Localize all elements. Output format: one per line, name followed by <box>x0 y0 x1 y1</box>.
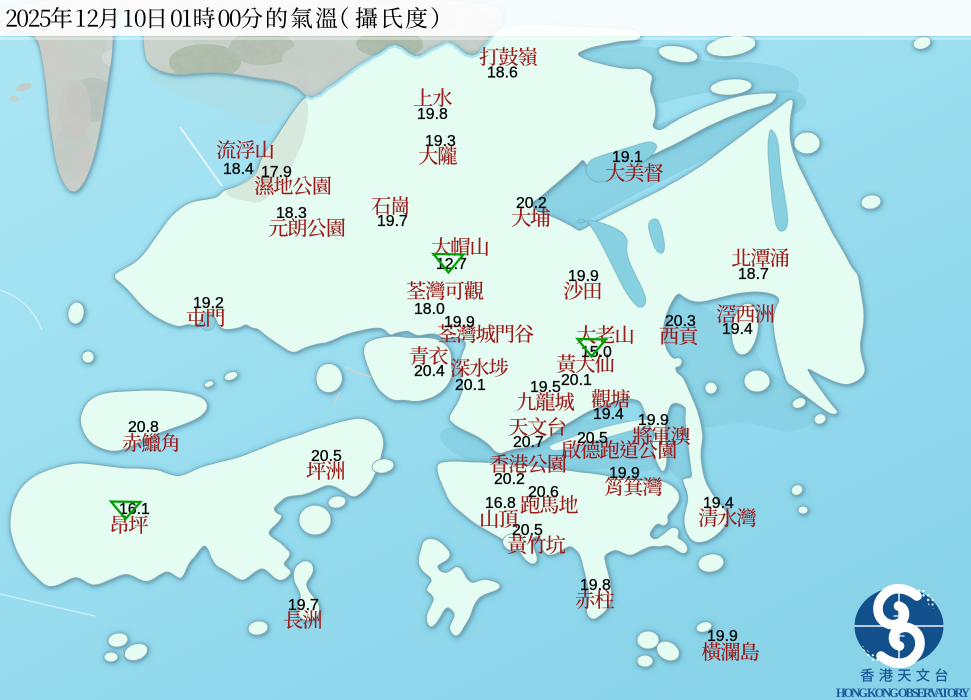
svg-text:20.8: 20.8 <box>128 419 159 436</box>
svg-text:20.2: 20.2 <box>516 195 547 212</box>
svg-text:19.9: 19.9 <box>707 628 738 645</box>
svg-text:15.0: 15.0 <box>581 344 612 361</box>
svg-text:19.4: 19.4 <box>703 495 734 512</box>
svg-text:16.8: 16.8 <box>485 495 516 512</box>
svg-text:20.5: 20.5 <box>577 430 608 447</box>
svg-text:19.2: 19.2 <box>193 295 224 312</box>
svg-text:20.5: 20.5 <box>311 448 342 465</box>
svg-text:20.1: 20.1 <box>561 372 592 389</box>
svg-text:19.4: 19.4 <box>722 321 753 338</box>
svg-text:19.8: 19.8 <box>580 577 611 594</box>
svg-text:19.7: 19.7 <box>377 213 408 230</box>
svg-text:19.8: 19.8 <box>417 106 448 123</box>
svg-text:19.3: 19.3 <box>425 133 456 150</box>
svg-text:20.7: 20.7 <box>513 434 544 451</box>
svg-text:18.0: 18.0 <box>414 301 445 318</box>
svg-text:20.3: 20.3 <box>665 313 696 330</box>
svg-text:18.3: 18.3 <box>276 205 307 222</box>
svg-text:20.6: 20.6 <box>528 484 559 501</box>
svg-text:20.4: 20.4 <box>414 363 445 380</box>
svg-text:18.6: 18.6 <box>487 65 518 82</box>
svg-text:20.1: 20.1 <box>455 377 486 394</box>
svg-text:20.2: 20.2 <box>494 471 525 488</box>
svg-text:20.5: 20.5 <box>512 522 543 539</box>
svg-text:19.7: 19.7 <box>288 597 319 614</box>
svg-text:18.4: 18.4 <box>223 161 254 178</box>
svg-text:17.9: 17.9 <box>261 164 292 181</box>
svg-text:19.9: 19.9 <box>609 465 640 482</box>
svg-text:19.9: 19.9 <box>638 412 669 429</box>
svg-text:18.7: 18.7 <box>738 266 769 283</box>
svg-text:19.5: 19.5 <box>530 379 561 396</box>
svg-text:19.9: 19.9 <box>444 314 475 331</box>
svg-text:HONG KONG OBSERVATORY: HONG KONG OBSERVATORY <box>836 686 970 700</box>
svg-text:19.9: 19.9 <box>568 268 599 285</box>
svg-text:19.1: 19.1 <box>612 149 643 166</box>
svg-text:19.4: 19.4 <box>593 406 624 423</box>
